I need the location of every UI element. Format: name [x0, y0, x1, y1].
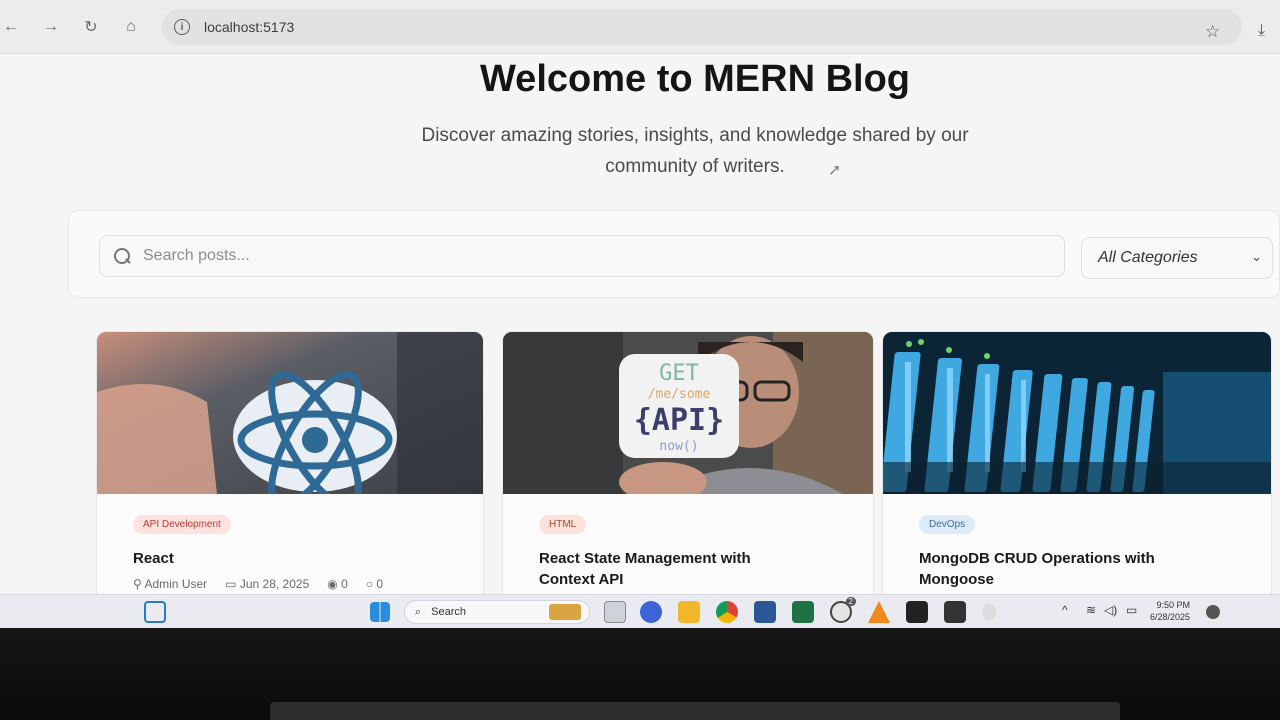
views-count: 0	[341, 577, 348, 591]
category-select[interactable]: All Categories ⌄	[1081, 237, 1273, 279]
post-title[interactable]: MongoDB CRUD Operations with Mongoose	[919, 548, 1271, 590]
post-card-body: API Development React ⚲ Admin User ▭ Jun…	[97, 494, 483, 591]
post-card[interactable]: API Development React ⚲ Admin User ▭ Jun…	[96, 331, 484, 601]
category-tag[interactable]: API Development	[133, 515, 231, 534]
category-tag[interactable]: HTML	[539, 515, 587, 534]
user-icon: ⚲	[133, 577, 142, 591]
sticker-line-3: {API}	[634, 403, 724, 438]
file-explorer-icon[interactable]	[678, 601, 700, 623]
page-subtitle: Discover amazing stories, insights, and …	[350, 120, 1040, 182]
sticker-line-1: GET	[659, 361, 699, 386]
eye-icon: ◉	[327, 577, 338, 591]
notification-icon[interactable]	[1206, 605, 1220, 619]
search-icon: ⌕	[415, 605, 422, 618]
taskbar-search-label: Search	[431, 606, 467, 618]
chevron-down-icon: ⌄	[1251, 249, 1262, 264]
post-title-line-2: Mongoose	[919, 571, 994, 588]
post-card-body: HTML React State Management with Context…	[503, 494, 873, 590]
laptop-screen: ← → ↻ ⌂ i localhost:5173 ☆ ⤓ Welcome to …	[0, 0, 1280, 628]
forward-icon[interactable]: →	[40, 16, 62, 38]
filter-panel: All Categories ⌄	[68, 210, 1280, 298]
windows-taskbar: ⌕ Search 2 ^ ≋ ◁) ▭ 9:50 PM 6/28/2025	[0, 594, 1280, 628]
search-icon	[114, 247, 131, 265]
post-date: ▭ Jun 28, 2025	[225, 577, 309, 591]
subtitle-line-2: community of writers.	[605, 156, 785, 177]
mouse-cursor-icon: ➚	[828, 162, 842, 179]
post-title[interactable]: React State Management with Context API	[539, 548, 873, 590]
back-icon[interactable]: ←	[0, 16, 22, 38]
whatsapp-icon[interactable]: 2	[830, 597, 856, 623]
word-icon[interactable]	[754, 601, 776, 623]
search-input[interactable]	[143, 247, 1023, 265]
post-image-servers	[883, 332, 1271, 494]
widgets-icon[interactable]	[144, 601, 166, 623]
task-view-icon[interactable]	[604, 601, 626, 623]
mongodb-compass-icon[interactable]	[982, 603, 996, 621]
author-name: Admin User	[144, 577, 208, 591]
clock-time: 9:50 PM	[1156, 600, 1191, 610]
search-highlight-icon	[549, 604, 581, 620]
meet-icon[interactable]	[640, 601, 662, 623]
reload-icon[interactable]: ↻	[80, 16, 102, 38]
taskbar-search[interactable]: ⌕ Search	[404, 600, 590, 624]
address-bar[interactable]: i localhost:5173	[162, 9, 1242, 45]
volume-icon[interactable]: ◁)	[1104, 603, 1117, 617]
url-text: localhost:5173	[204, 19, 295, 35]
comment-icon: ○	[365, 577, 374, 591]
category-tag[interactable]: DevOps	[919, 515, 976, 534]
terminal-icon[interactable]	[906, 601, 928, 623]
show-hidden-icons-icon[interactable]: ^	[1062, 603, 1068, 617]
post-date-text: Jun 28, 2025	[239, 577, 310, 591]
sticker-line-4: now()	[659, 439, 698, 454]
browser-toolbar: ← → ↻ ⌂ i localhost:5173 ☆ ⤓	[0, 0, 1280, 54]
vlc-icon[interactable]	[868, 601, 890, 623]
search-box[interactable]	[99, 235, 1065, 277]
comments: ○ 0	[366, 577, 383, 591]
windows-start-icon[interactable]	[370, 602, 390, 622]
views: ◉ 0	[327, 577, 348, 591]
post-image-api: GET /me/some {API} now()	[503, 332, 873, 494]
sticker-line-2: /me/some	[648, 387, 711, 402]
post-meta: ⚲ Admin User ▭ Jun 28, 2025 ◉ 0 ○ 0	[133, 577, 483, 591]
page-title: Welcome to MERN Blog	[480, 58, 910, 100]
app-icon[interactable]	[944, 601, 966, 623]
subtitle-line-1: Discover amazing stories, insights, and …	[421, 125, 969, 146]
calendar-icon: ▭	[225, 577, 237, 591]
author: ⚲ Admin User	[133, 577, 207, 591]
post-image-react	[97, 332, 483, 494]
site-info-icon[interactable]: i	[174, 19, 190, 35]
post-title-line-2: Context API	[539, 571, 624, 588]
taskbar-clock[interactable]: 9:50 PM 6/28/2025	[1150, 599, 1190, 623]
category-select-value: All Categories	[1098, 249, 1198, 266]
blog-page: Welcome to MERN Blog Discover amazing st…	[0, 54, 1280, 601]
whatsapp-badge: 2	[845, 597, 856, 606]
post-card[interactable]: GET /me/some {API} now() HTML React Stat…	[502, 331, 874, 601]
post-card-body: DevOps MongoDB CRUD Operations with Mong…	[883, 494, 1271, 590]
home-icon[interactable]: ⌂	[120, 16, 142, 38]
wifi-icon[interactable]: ≋	[1086, 603, 1096, 617]
post-title-line-1: React State Management with	[539, 550, 751, 567]
download-icon[interactable]: ⤓	[1258, 22, 1265, 40]
comments-count: 0	[376, 577, 384, 591]
battery-icon[interactable]: ▭	[1126, 603, 1137, 617]
laptop-hinge	[270, 702, 1120, 720]
post-title-line-1: MongoDB CRUD Operations with	[919, 550, 1155, 567]
post-card[interactable]: DevOps MongoDB CRUD Operations with Mong…	[882, 331, 1272, 601]
bookmark-star-icon[interactable]: ☆	[1205, 22, 1220, 42]
post-title[interactable]: React	[133, 548, 483, 569]
chrome-icon[interactable]	[716, 601, 738, 623]
excel-icon[interactable]	[792, 601, 814, 623]
clock-date: 6/28/2025	[1150, 612, 1191, 622]
